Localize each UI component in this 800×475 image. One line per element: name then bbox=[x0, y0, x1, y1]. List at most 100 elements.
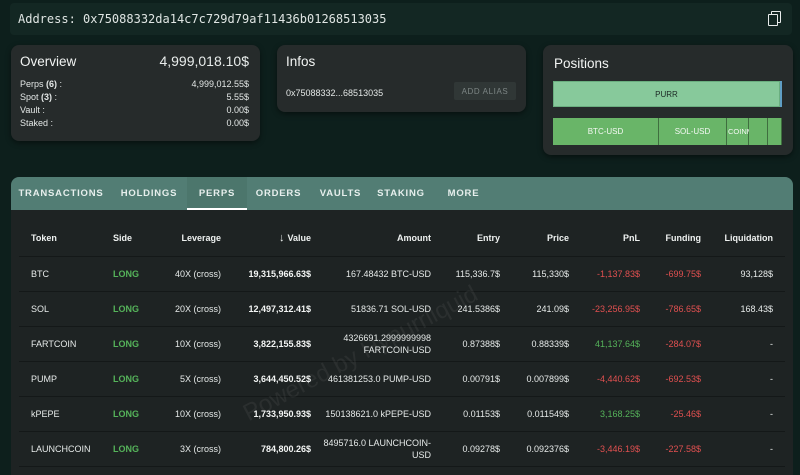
tab-staking[interactable]: STAKING bbox=[371, 177, 431, 210]
cell-side: LONG bbox=[113, 373, 139, 384]
cell-amount: 4326691.2999999998 FARTCOIN-USD bbox=[343, 332, 431, 355]
cell-entry: 0.00791$ bbox=[462, 373, 500, 384]
cell-funding: -284.07$ bbox=[665, 338, 701, 349]
cell-amount: 8495716.0 LAUNCHCOIN-USD bbox=[323, 437, 431, 460]
cell-pnl: 41,137.64$ bbox=[594, 338, 640, 349]
cell-funding: -692.53$ bbox=[665, 373, 701, 384]
infos-title: Infos bbox=[286, 54, 316, 69]
cell-liquidation: 93,128$ bbox=[740, 268, 773, 279]
tab-more[interactable]: MORE bbox=[431, 177, 496, 210]
add-alias-button[interactable]: ADD ALIAS bbox=[454, 82, 516, 100]
cell-liquidation: - bbox=[770, 338, 773, 349]
address-value[interactable]: 0x75088332da14c7c729d79af11436b012685130… bbox=[83, 12, 386, 26]
cell-side: LONG bbox=[113, 303, 139, 314]
header-funding[interactable]: Funding bbox=[666, 220, 702, 256]
header-side[interactable]: Side bbox=[113, 220, 132, 256]
table-row[interactable]: BTC LONG 40X (cross) 19,315,966.63$ 167.… bbox=[19, 257, 785, 292]
cell-price: 115,330$ bbox=[532, 268, 569, 279]
header-liquidation[interactable]: Liquidation bbox=[725, 220, 774, 256]
tab-orders[interactable]: ORDERS bbox=[247, 177, 310, 210]
tab-transactions[interactable]: TRANSACTIONS bbox=[11, 177, 111, 210]
overview-card: Overview 4,999,018.10$ Perps (6) : 4,999… bbox=[11, 45, 260, 141]
position-bar-small[interactable] bbox=[768, 118, 782, 145]
tab-bar: TRANSACTIONS HOLDINGS PERPS ORDERS VAULT… bbox=[11, 177, 793, 210]
cell-value: 1,733,950.93$ bbox=[253, 408, 311, 419]
cell-value: 784,800.26$ bbox=[260, 443, 311, 454]
table-row[interactable]: kPEPE LONG 10X (cross) 1,733,950.93$ 150… bbox=[19, 397, 785, 432]
cell-side: LONG bbox=[113, 268, 139, 279]
cell-leverage: 3X (cross) bbox=[179, 443, 221, 454]
sort-arrow-icon: ↓ bbox=[278, 231, 285, 244]
cell-token: kPEPE bbox=[31, 408, 60, 419]
cell-entry: 0.01153$ bbox=[463, 408, 500, 419]
cell-pnl: 3,168.25$ bbox=[599, 408, 640, 419]
cell-entry: 0.87388$ bbox=[462, 338, 500, 349]
cell-liquidation: - bbox=[770, 443, 773, 454]
position-bar-btc[interactable]: BTC-USD bbox=[553, 118, 659, 145]
cell-token: SOL bbox=[31, 303, 50, 314]
cell-price: 241.09$ bbox=[536, 303, 569, 314]
position-bar-purr[interactable]: PURR bbox=[553, 81, 780, 107]
cell-price: 0.88339$ bbox=[531, 338, 569, 349]
overview-value: 5.55$ bbox=[226, 92, 249, 102]
cell-amount: 51836.71 SOL-USD bbox=[350, 303, 431, 314]
header-entry[interactable]: Entry bbox=[477, 220, 500, 256]
copy-icon[interactable] bbox=[768, 11, 782, 27]
cell-leverage: 5X (cross) bbox=[179, 373, 221, 384]
cell-price: 0.011549$ bbox=[527, 408, 569, 419]
header-price[interactable]: Price bbox=[547, 220, 569, 256]
cell-amount: 167.48432 BTC-USD bbox=[345, 268, 431, 279]
cell-token: PUMP bbox=[31, 373, 58, 384]
tab-holdings[interactable]: HOLDINGS bbox=[111, 177, 187, 210]
cell-side: LONG bbox=[113, 338, 139, 349]
cell-pnl: -1,137.83$ bbox=[596, 268, 640, 279]
address-label: Address: bbox=[18, 12, 76, 26]
overview-total: 4,999,018.10$ bbox=[159, 53, 249, 69]
cell-pnl: -3,446.19$ bbox=[596, 443, 640, 454]
table-row[interactable]: LAUNCHCOIN LONG 3X (cross) 784,800.26$ 8… bbox=[19, 432, 785, 467]
table-row[interactable]: PUMP LONG 5X (cross) 3,644,450.52$ 46138… bbox=[19, 362, 785, 397]
cell-entry: 115,336.7$ bbox=[455, 268, 500, 279]
header-pnl[interactable]: PnL bbox=[623, 220, 640, 256]
cell-side: LONG bbox=[113, 443, 139, 454]
table-row[interactable]: FARTCOIN LONG 10X (cross) 3,822,155.83$ … bbox=[19, 327, 785, 362]
cell-value: 12,497,312.41$ bbox=[248, 303, 311, 314]
header-token[interactable]: Token bbox=[31, 220, 57, 256]
tab-perps[interactable]: PERPS bbox=[187, 177, 247, 210]
overview-row-staked: Staked : 0.00$ bbox=[20, 118, 249, 128]
tab-vaults[interactable]: VAULTS bbox=[310, 177, 371, 210]
cell-amount: 150138621.0 kPEPE-USD bbox=[325, 408, 431, 419]
cell-price: 0.092376$ bbox=[526, 443, 569, 454]
cell-price: 0.007899$ bbox=[526, 373, 569, 384]
table-header-row: Token Side Leverage ↓ Value Amount Entry … bbox=[19, 220, 785, 257]
cell-funding: -699.75$ bbox=[665, 268, 701, 279]
cell-token: BTC bbox=[31, 268, 49, 279]
header-amount[interactable]: Amount bbox=[397, 220, 431, 256]
cell-entry: 241.5386$ bbox=[457, 303, 500, 314]
position-bar-edge bbox=[780, 81, 782, 107]
cell-token: LAUNCHCOIN bbox=[31, 443, 91, 454]
cell-liquidation: - bbox=[770, 408, 773, 419]
position-bar-coin[interactable]: COINMP-U bbox=[727, 118, 766, 145]
cell-funding: -786.65$ bbox=[665, 303, 701, 314]
cell-liquidation: 168.43$ bbox=[740, 303, 773, 314]
table-row[interactable]: SOL LONG 20X (cross) 12,497,312.41$ 5183… bbox=[19, 292, 785, 327]
cell-token: FARTCOIN bbox=[31, 338, 77, 349]
cell-leverage: 20X (cross) bbox=[174, 303, 221, 314]
positions-title: Positions bbox=[554, 56, 609, 71]
overview-value: 0.00$ bbox=[226, 105, 249, 115]
position-bar-small[interactable] bbox=[749, 118, 768, 145]
short-address: 0x75088332...68513035 bbox=[286, 88, 384, 98]
cell-leverage: 10X (cross) bbox=[174, 408, 221, 419]
cell-pnl: -4,440.62$ bbox=[596, 373, 640, 384]
cell-leverage: 40X (cross) bbox=[174, 268, 221, 279]
position-bar-sol[interactable]: SOL-USD bbox=[659, 118, 727, 145]
overview-value: 0.00$ bbox=[226, 118, 249, 128]
header-leverage[interactable]: Leverage bbox=[181, 220, 221, 256]
header-value[interactable]: ↓ Value bbox=[279, 220, 311, 256]
cell-value: 3,822,155.83$ bbox=[253, 338, 311, 349]
overview-title: Overview bbox=[20, 54, 77, 69]
cell-entry: 0.09278$ bbox=[462, 443, 500, 454]
overview-row-vault: Vault : 0.00$ bbox=[20, 105, 249, 115]
overview-value: 4,999,012.55$ bbox=[191, 79, 249, 89]
